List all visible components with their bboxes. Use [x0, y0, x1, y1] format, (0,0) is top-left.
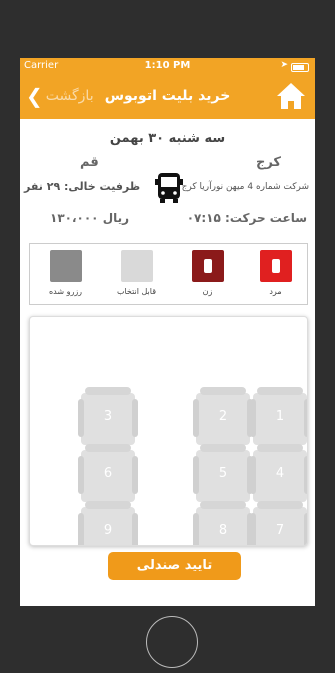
seat-9[interactable]: 9 — [78, 501, 138, 545]
device-home-button[interactable] — [146, 616, 198, 668]
legend-label: رزرو شده — [48, 287, 83, 296]
available-seat-icon — [120, 250, 153, 282]
male-seat-icon — [259, 250, 292, 282]
home-icon[interactable] — [276, 82, 306, 110]
seat-1[interactable]: 1 — [250, 387, 307, 445]
seat-number: 3 — [103, 409, 113, 424]
ticket-price: ۱۳۰،۰۰۰ ریال — [50, 211, 130, 225]
free-capacity: ظرفیت خالی: ۲۹ نفر — [24, 180, 140, 193]
seat-number: 7 — [275, 523, 285, 538]
legend-female: زن — [180, 250, 235, 296]
seat-number: 9 — [103, 523, 113, 538]
departure-time: ۰۷:۱۵ — [186, 211, 221, 225]
legend-label: مرد — [269, 287, 282, 296]
seat-7[interactable]: 7 — [250, 501, 307, 545]
status-bar: Carrier 1:10 PM ➤ — [20, 58, 315, 75]
legend-label: زن — [202, 287, 213, 296]
legend-label: قابل انتخاب — [116, 287, 157, 296]
page-title: خرید بلیت اتوبوس — [104, 88, 231, 104]
status-time: 1:10 PM — [144, 60, 191, 71]
seat-map: 1 2 3 4 5 6 7 8 9 — [29, 316, 308, 546]
trip-date: سه شنبه ۳۰ بهمن — [109, 131, 226, 146]
trip-info: سه شنبه ۳۰ بهمن کرج قم شرکت شماره 4 میهن… — [20, 119, 315, 239]
confirm-seat-button[interactable]: تایید صندلی — [108, 552, 241, 580]
seat-number: 6 — [103, 466, 113, 481]
seat-8[interactable]: 8 — [193, 501, 253, 545]
reserved-seat-icon — [49, 250, 82, 282]
female-seat-icon — [191, 250, 224, 282]
bus-icon — [155, 173, 183, 203]
destination-city: قم — [80, 155, 99, 170]
capacity-label: ظرفیت خالی: — [64, 180, 141, 193]
app-header: ❮ بازگشت خرید بلیت اتوبوس — [20, 75, 315, 119]
seat-3[interactable]: 3 — [78, 387, 138, 445]
legend-male: مرد — [248, 250, 303, 296]
departure-label: ساعت حرکت: — [225, 211, 307, 225]
seat-number: 8 — [218, 523, 228, 538]
seat-number: 2 — [218, 409, 228, 424]
legend-available: قابل انتخاب — [109, 250, 164, 296]
seat-number: 4 — [275, 466, 285, 481]
location-arrow-icon: ➤ — [280, 60, 288, 70]
phone-frame: Carrier 1:10 PM ➤ ❮ بازگشت خرید بلیت اتو… — [0, 0, 335, 673]
seat-5[interactable]: 5 — [193, 444, 253, 502]
battery-icon — [291, 63, 309, 72]
seat-number: 5 — [218, 466, 228, 481]
origin-city: کرج — [255, 155, 281, 170]
seat-4[interactable]: 4 — [250, 444, 307, 502]
departure: ساعت حرکت: ۰۷:۱۵ — [187, 211, 307, 225]
app-screen: Carrier 1:10 PM ➤ ❮ بازگشت خرید بلیت اتو… — [20, 58, 315, 606]
bus-company: شرکت شماره 4 میهن نورآریا کرج — [181, 182, 309, 192]
seat-number: 1 — [275, 409, 285, 424]
seat-6[interactable]: 6 — [78, 444, 138, 502]
capacity-value: ۲۹ نفر — [24, 180, 61, 193]
seat-2[interactable]: 2 — [193, 387, 253, 445]
legend-reserved: رزرو شده — [38, 250, 93, 296]
seat-legend: مرد زن قابل انتخاب رزرو شده — [29, 243, 308, 305]
